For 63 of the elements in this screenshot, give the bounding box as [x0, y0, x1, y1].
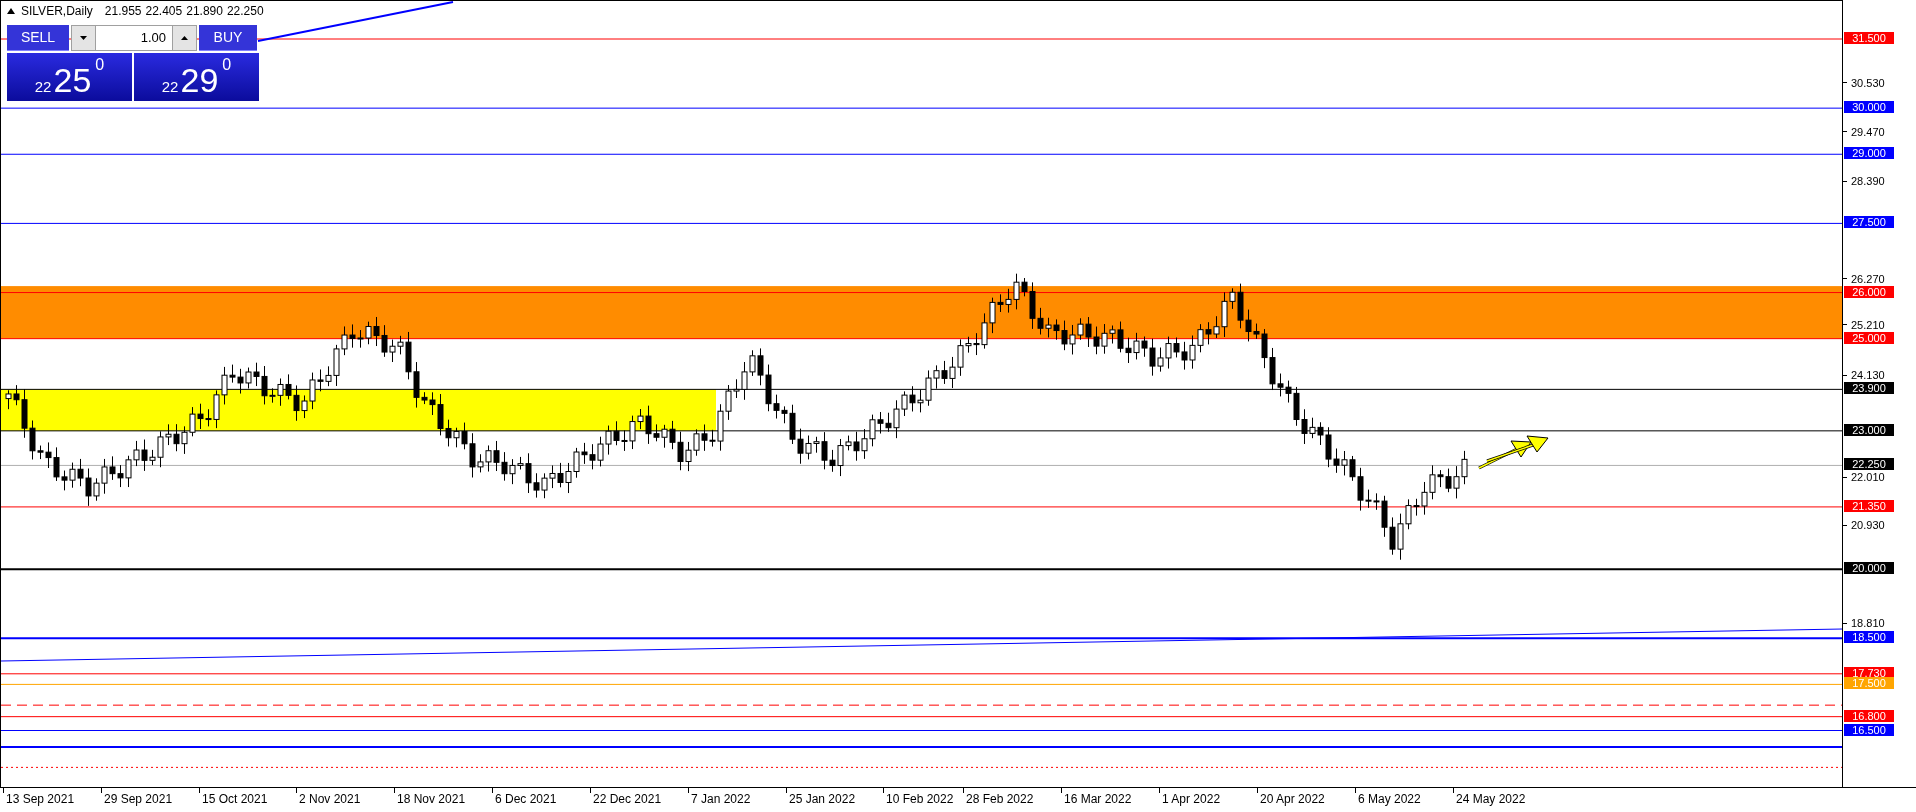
- date-label: 24 May 2022: [1456, 791, 1526, 807]
- date-label: 7 Jan 2022: [691, 791, 751, 807]
- volume-control[interactable]: 1.00: [71, 25, 197, 51]
- level-price-label: 25.000: [1844, 331, 1894, 344]
- trend-arrow: [1478, 440, 1532, 470]
- date-label: 28 Feb 2022: [966, 791, 1034, 807]
- price-big-figure: 22: [161, 79, 179, 94]
- level-price-label: 27.500: [1844, 216, 1894, 229]
- ohlc-value: 21.955: [104, 3, 142, 19]
- level-price-label: 17.730: [1844, 666, 1894, 679]
- price-tick-label: 29.470: [1851, 125, 1885, 138]
- date-label: 29 Sep 2021: [104, 791, 173, 807]
- price-main-digits: 29: [180, 63, 219, 97]
- level-price-label: 16.500: [1844, 723, 1894, 736]
- down-caret-icon: [80, 36, 87, 40]
- date-label: 15 Oct 2021: [202, 791, 268, 807]
- level-price-label: 23.000: [1844, 423, 1894, 436]
- price-big-figure: 22: [34, 79, 52, 94]
- price-pip-digit: 0: [95, 57, 105, 73]
- level-price-label: 26.000: [1844, 285, 1894, 298]
- level-price-label: 22.250: [1844, 458, 1894, 471]
- increase-button[interactable]: [172, 26, 196, 50]
- sell-button[interactable]: SELL: [7, 25, 69, 51]
- level-price-label: 30.000: [1844, 101, 1894, 114]
- level-price-label: 16.800: [1844, 709, 1894, 722]
- date-label: 1 Apr 2022: [1162, 791, 1221, 807]
- level-price-label: 21.350: [1844, 499, 1894, 512]
- date-label: 13 Sep 2021: [6, 791, 75, 807]
- chart-symbol: SILVER,Daily: [21, 3, 93, 19]
- date-label: 2 Nov 2021: [299, 791, 361, 807]
- price-tick-label: 25.210: [1851, 318, 1885, 331]
- buy-button[interactable]: BUY: [199, 25, 257, 51]
- level-price-label: 17.500: [1844, 677, 1894, 690]
- price-main-digits: 25: [53, 63, 92, 97]
- date-label: 25 Jan 2022: [789, 791, 856, 807]
- ohlc-value: 22.405: [145, 3, 183, 19]
- level-price-label: 18.500: [1844, 631, 1894, 644]
- trend-arrow: [1486, 435, 1549, 463]
- date-label: 6 Dec 2021: [495, 791, 557, 807]
- price-tick-label: 20.930: [1851, 519, 1885, 532]
- level-price-label: 20.000: [1844, 562, 1894, 575]
- date-label: 22 Dec 2021: [593, 791, 662, 807]
- price-tick-label: 18.810: [1851, 617, 1885, 629]
- collapse-triangle-icon[interactable]: [7, 8, 15, 14]
- price-tick-label: 28.390: [1851, 175, 1885, 188]
- ohlc-value: 21.890: [186, 3, 223, 19]
- volume-value: 1.00: [139, 29, 167, 47]
- date-label: 16 Mar 2022: [1064, 791, 1132, 807]
- date-label: 18 Nov 2021: [397, 791, 466, 807]
- price-tick-label: 24.130: [1851, 369, 1885, 382]
- up-caret-icon: [181, 36, 188, 40]
- price-pip-digit: 0: [222, 57, 232, 73]
- level-price-label: 31.500: [1844, 32, 1894, 44]
- date-label: 20 Apr 2022: [1260, 791, 1325, 807]
- level-price-label: 23.900: [1844, 382, 1894, 395]
- ohlc-value: 22.250: [226, 3, 264, 19]
- price-tick-label: 26.270: [1851, 272, 1885, 285]
- date-label: 10 Feb 2022: [886, 791, 954, 807]
- decrease-button[interactable]: [72, 26, 96, 50]
- price-tick-label: 30.530: [1851, 76, 1885, 89]
- level-price-label: 29.000: [1844, 147, 1894, 160]
- date-label: 6 May 2022: [1358, 791, 1421, 807]
- price-tick-label: 22.010: [1851, 471, 1885, 484]
